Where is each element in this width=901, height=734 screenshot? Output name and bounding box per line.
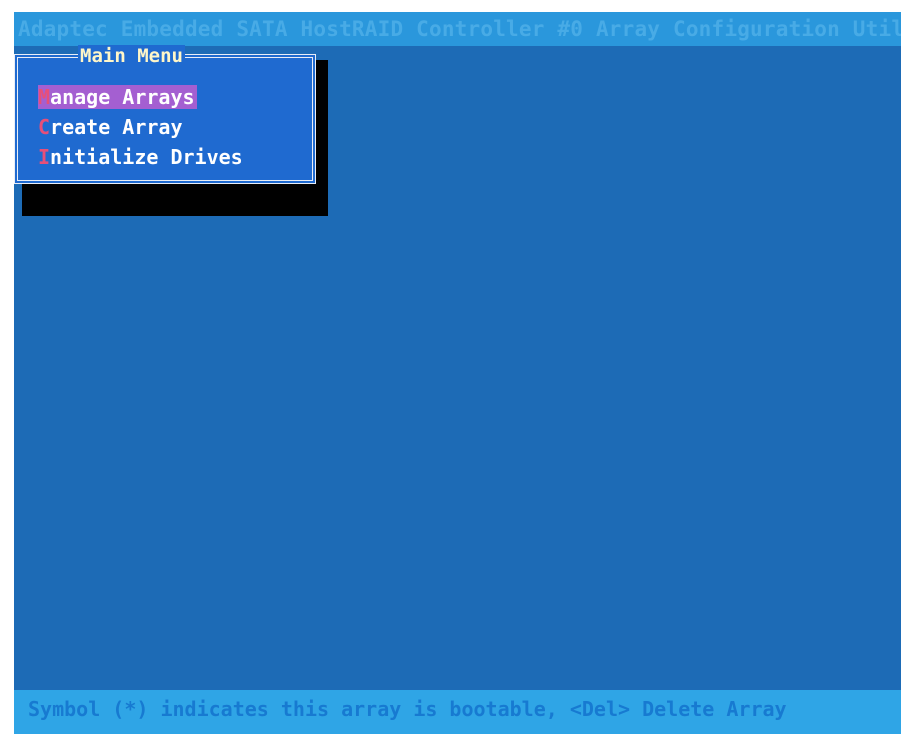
main-menu-list: Manage Arrays Create Array Initialize Dr… (38, 82, 243, 172)
screen-top-border (0, 0, 901, 12)
menu-item-highlight: Manage Arrays (38, 85, 197, 109)
menu-item-initialize-drives[interactable]: Initialize Drives (38, 142, 243, 172)
screen-left-border (0, 0, 14, 734)
menu-item-manage-arrays[interactable]: Manage Arrays (38, 82, 243, 112)
title-bar: Adaptec Embedded SATA HostRAID Controlle… (14, 12, 901, 46)
main-menu-title: Main Menu (78, 45, 185, 67)
menu-item-label: reate Array (50, 115, 183, 139)
menu-item-label: nitialize Drives (50, 145, 243, 169)
menu-item-hotkey: M (38, 85, 51, 109)
title-bar-text: Adaptec Embedded SATA HostRAID Controlle… (18, 17, 901, 41)
status-bar: Symbol (*) indicates this array is boota… (14, 690, 901, 734)
menu-item-hotkey: I (38, 145, 51, 169)
bios-screen: Adaptec Embedded SATA HostRAID Controlle… (0, 0, 901, 734)
menu-item-hotkey: C (38, 115, 51, 139)
menu-item-create-array[interactable]: Create Array (38, 112, 243, 142)
menu-item-label: anage Arrays (50, 85, 195, 109)
status-bar-line-1: Symbol (*) indicates this array is boota… (28, 697, 787, 721)
main-menu: Main Menu Manage Arrays Create Array Ini… (14, 45, 316, 184)
